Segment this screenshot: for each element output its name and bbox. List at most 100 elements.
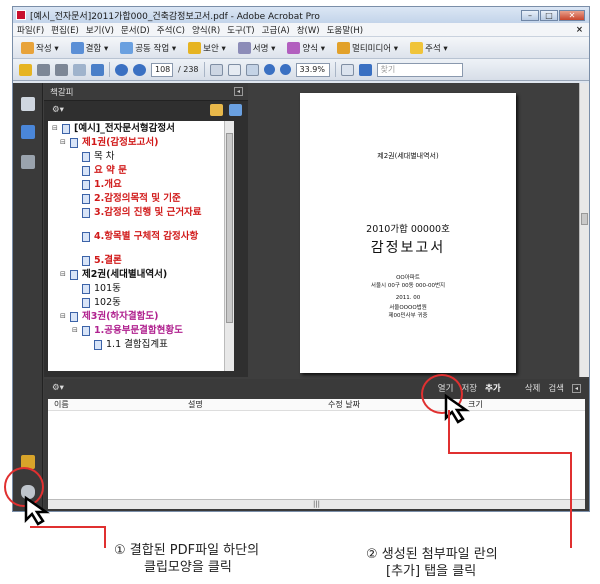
attachments-scrollbar[interactable]: ||| [48, 499, 585, 509]
comment-button[interactable]: 주석 ▾ [406, 41, 452, 54]
bookmark-page-icon [70, 312, 78, 322]
next-page-icon[interactable] [133, 63, 146, 76]
leader-line-2 [448, 410, 450, 454]
bookmark-label: [예시]_전자문서형감정서 [74, 123, 175, 134]
maximize-button[interactable]: □ [540, 9, 558, 21]
scroll-thumb[interactable] [226, 133, 233, 323]
bookmark-page-icon [70, 270, 78, 280]
zoom-level-select[interactable]: 33.9% [295, 62, 330, 77]
close-button[interactable]: ✕ [559, 9, 585, 21]
minimize-button[interactable]: – [521, 9, 539, 21]
caption-line: 클립모양을 클릭 [144, 560, 232, 575]
hand-tool-icon[interactable] [227, 63, 241, 76]
bookmark-item[interactable]: 102동 [72, 297, 222, 308]
menu-help[interactable]: 도움말(H) [327, 24, 363, 36]
menu-bar: 파일(F) 편집(E) 보기(V) 문서(D) 주석(C) 양식(R) 도구(T… [13, 23, 589, 37]
bookmark-item[interactable]: 4.항목별 구체적 감정사항 [72, 231, 222, 242]
bookmark-item[interactable]: ⊟ 제1권(감정보고서) [60, 137, 222, 148]
share-icon[interactable] [91, 63, 104, 76]
bookmark-item[interactable]: 목 차 [72, 151, 222, 162]
menu-view[interactable]: 보기(V) [86, 24, 114, 36]
bookmark-label: 제2권(세대별내역서) [82, 269, 168, 280]
create-button[interactable]: 작성 ▾ [17, 41, 63, 54]
menu-advanced[interactable]: 고급(A) [262, 24, 290, 36]
menu-tools[interactable]: 도구(T) [227, 24, 254, 36]
bookmark-toggle-icon[interactable]: ⊟ [60, 137, 68, 148]
bookmark-item[interactable]: 1.1 결함집계표 [84, 339, 222, 350]
lock-icon [188, 41, 202, 54]
menu-edit[interactable]: 편집(E) [51, 24, 79, 36]
combine-button[interactable]: 결합 ▾ [67, 41, 113, 54]
bookmark-page-icon [82, 194, 90, 204]
bookmark-page-icon [82, 166, 90, 176]
delete-bookmark-icon[interactable] [191, 104, 204, 116]
bookmark-scrollbar[interactable] [224, 121, 234, 371]
cursor-arrow-icon [24, 495, 50, 526]
bookmarks-panel-icon[interactable] [21, 125, 35, 139]
menu-forms[interactable]: 양식(R) [192, 24, 220, 36]
fit-page-icon[interactable] [358, 63, 372, 76]
collapse-attachments-button[interactable]: ◂ [572, 383, 581, 393]
menu-file[interactable]: 파일(F) [17, 24, 44, 36]
collaborate-button[interactable]: 공동 작업 ▾ [116, 41, 180, 54]
zoom-in-icon[interactable] [279, 64, 291, 75]
bookmark-item[interactable]: 2.감정의목적 및 기준 [72, 193, 222, 204]
search-input[interactable]: 찾기 [376, 62, 463, 77]
menu-window[interactable]: 창(W) [297, 24, 320, 36]
zoom-out-icon[interactable] [263, 64, 275, 75]
sign-button[interactable]: 서명 ▾ [234, 41, 280, 54]
bookmark-toggle-icon[interactable]: ⊟ [60, 311, 68, 322]
multimedia-button[interactable]: 멀티미디어 ▾ [333, 41, 402, 54]
bookmarks-toolbar: ⚙▾ [44, 101, 248, 119]
column-name[interactable]: 이름 [48, 399, 188, 410]
pages-panel-icon[interactable] [21, 97, 35, 111]
select-tool-icon[interactable] [209, 63, 223, 76]
bookmark-item[interactable]: 요 약 문 [72, 165, 222, 176]
column-description[interactable]: 설명 [188, 399, 328, 410]
forms-button[interactable]: 양식 ▾ [283, 41, 329, 54]
previous-page-icon[interactable] [115, 63, 128, 76]
menu-comments[interactable]: 주석(C) [157, 24, 185, 36]
bookmark-page-icon [82, 180, 90, 190]
document-close-button[interactable]: × [576, 25, 583, 35]
bookmark-options-button[interactable]: ⚙▾ [52, 105, 64, 115]
email-icon[interactable] [73, 63, 86, 76]
delete-attachment-button[interactable]: 삭제 [525, 382, 541, 394]
signatures-panel-icon[interactable] [21, 155, 35, 169]
bookmark-page-icon [94, 340, 102, 350]
expand-bookmark-icon[interactable] [229, 104, 242, 116]
separator [334, 62, 336, 77]
print-icon[interactable] [37, 63, 50, 76]
attachment-options-button[interactable]: ⚙▾ [52, 383, 64, 393]
bookmark-toggle-icon[interactable]: ⊟ [52, 123, 60, 134]
combine-icon [70, 41, 84, 54]
add-attachment-button[interactable]: 추가 [485, 382, 501, 394]
new-bookmark-icon[interactable] [210, 104, 223, 116]
scroll-thumb[interactable] [581, 213, 588, 225]
window-controls: – □ ✕ [521, 9, 585, 21]
search-attachment-button[interactable]: 검색 [548, 382, 564, 394]
document-scrollbar[interactable] [579, 83, 589, 377]
bookmark-item[interactable]: ⊟ 제2권(세대별내역서) [60, 269, 222, 280]
bookmark-item[interactable]: 101동 [72, 283, 222, 294]
collapse-panel-button[interactable]: ◂ [234, 87, 243, 96]
open-folder-icon[interactable] [19, 63, 32, 76]
save-icon[interactable] [55, 63, 68, 76]
secure-button[interactable]: 보안 ▾ [184, 41, 230, 54]
caption-line: ① 결합된 PDF파일 하단의 [114, 543, 260, 558]
menu-document[interactable]: 문서(D) [121, 24, 150, 36]
bookmark-item[interactable]: 5.결론 [72, 255, 222, 266]
bookmark-item[interactable]: ⊟ 1.공용부문결함현황도 [72, 325, 222, 336]
bookmark-item[interactable]: ⊟ [예시]_전자문서형감정서 [52, 123, 222, 134]
navigation-toolbar: 108 / 238 33.9% 찾기 [13, 59, 589, 81]
bookmark-item[interactable]: ⊟ 제3권(하자결함도) [60, 311, 222, 322]
bookmarks-header: 책갈피 ◂ [44, 83, 248, 101]
marquee-zoom-icon[interactable] [245, 63, 259, 76]
bookmark-item[interactable]: 1.개요 [72, 179, 222, 190]
column-size[interactable]: 크기 [468, 399, 568, 410]
bookmark-toggle-icon[interactable]: ⊟ [72, 325, 80, 336]
scroll-mode-icon[interactable] [340, 63, 354, 76]
bookmark-toggle-icon[interactable]: ⊟ [60, 269, 68, 280]
bookmark-item[interactable]: 3.감정의 진행 및 근거자료 [72, 207, 222, 218]
page-number-input[interactable]: 108 [151, 62, 173, 77]
